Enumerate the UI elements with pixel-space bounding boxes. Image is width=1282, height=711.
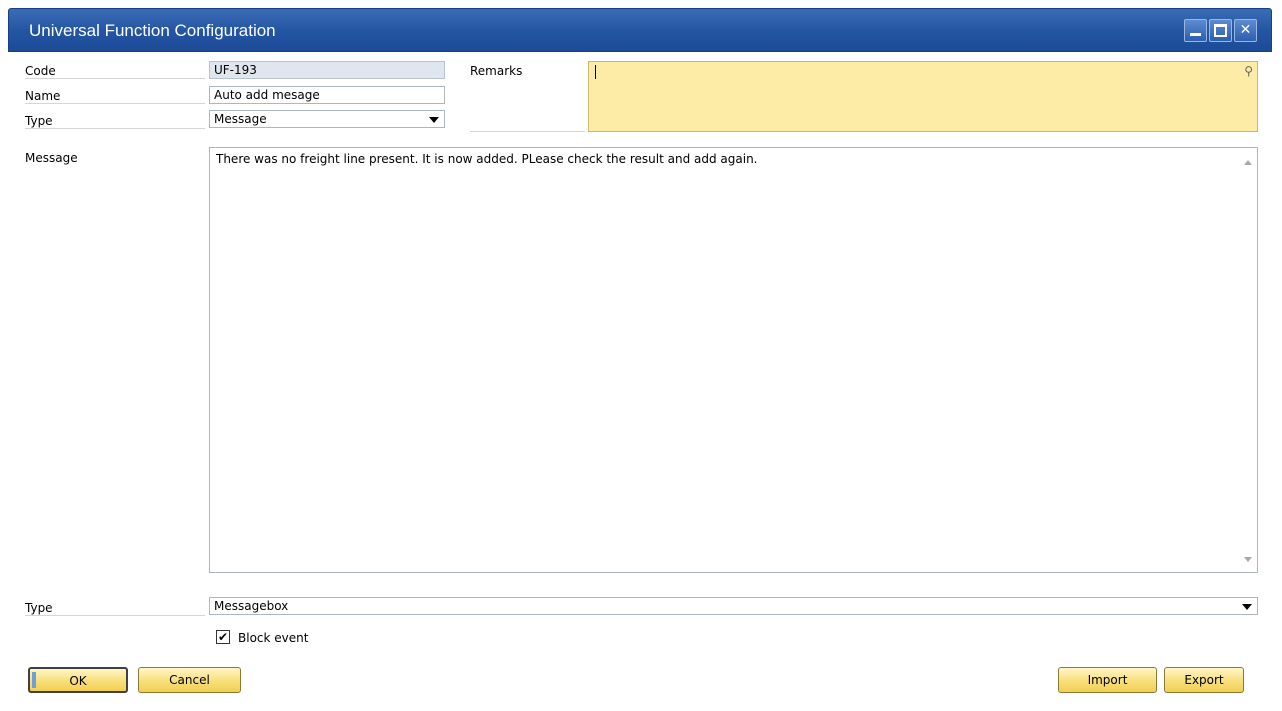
scroll-down-icon[interactable] [1244, 557, 1252, 562]
window-title: Universal Function Configuration [29, 21, 276, 40]
message-text: There was no freight line present. It is… [216, 152, 758, 166]
import-button[interactable]: Import [1058, 667, 1157, 693]
name-field[interactable]: Auto add mesage [209, 86, 445, 104]
ok-button[interactable]: OK [28, 667, 128, 693]
scroll-up-icon[interactable] [1244, 160, 1252, 165]
remarks-label: Remarks [470, 64, 585, 132]
message-scrollbar[interactable] [1240, 148, 1257, 572]
minimize-button[interactable] [1184, 19, 1207, 42]
minimize-icon [1190, 33, 1201, 36]
dropdown-arrow-icon [429, 117, 439, 123]
text-caret [595, 65, 596, 79]
type-label: Type [25, 114, 205, 129]
globe-icon[interactable]: ⚲ [1244, 64, 1253, 78]
remarks-field[interactable]: ⚲ [588, 61, 1258, 132]
code-field[interactable]: UF-193 [209, 61, 445, 79]
message-label: Message [25, 151, 78, 165]
dropdown-arrow-icon [1242, 604, 1252, 610]
type-dropdown-value: Message [214, 112, 267, 126]
output-type-label: Type [25, 601, 205, 616]
maximize-icon [1214, 24, 1227, 37]
export-button[interactable]: Export [1164, 667, 1244, 693]
ok-button-label: OK [69, 674, 87, 688]
code-label: Code [25, 64, 205, 79]
close-button[interactable]: ✕ [1234, 19, 1257, 42]
output-type-value: Messagebox [214, 599, 289, 613]
block-event-checkbox[interactable]: ✔ [216, 630, 230, 644]
message-textarea[interactable]: There was no freight line present. It is… [209, 147, 1258, 573]
name-label: Name [25, 89, 205, 104]
close-icon: ✕ [1239, 22, 1252, 38]
maximize-button[interactable] [1209, 19, 1232, 42]
output-type-dropdown[interactable]: Messagebox [209, 597, 1258, 615]
block-event-label: Block event [238, 631, 309, 645]
cancel-button[interactable]: Cancel [138, 667, 241, 693]
type-dropdown[interactable]: Message [209, 110, 445, 128]
title-bar[interactable]: Universal Function Configuration ✕ [8, 8, 1272, 52]
form-body: Code UF-193 Name Auto add mesage Type Me… [8, 52, 1272, 705]
focus-indicator [32, 672, 36, 688]
